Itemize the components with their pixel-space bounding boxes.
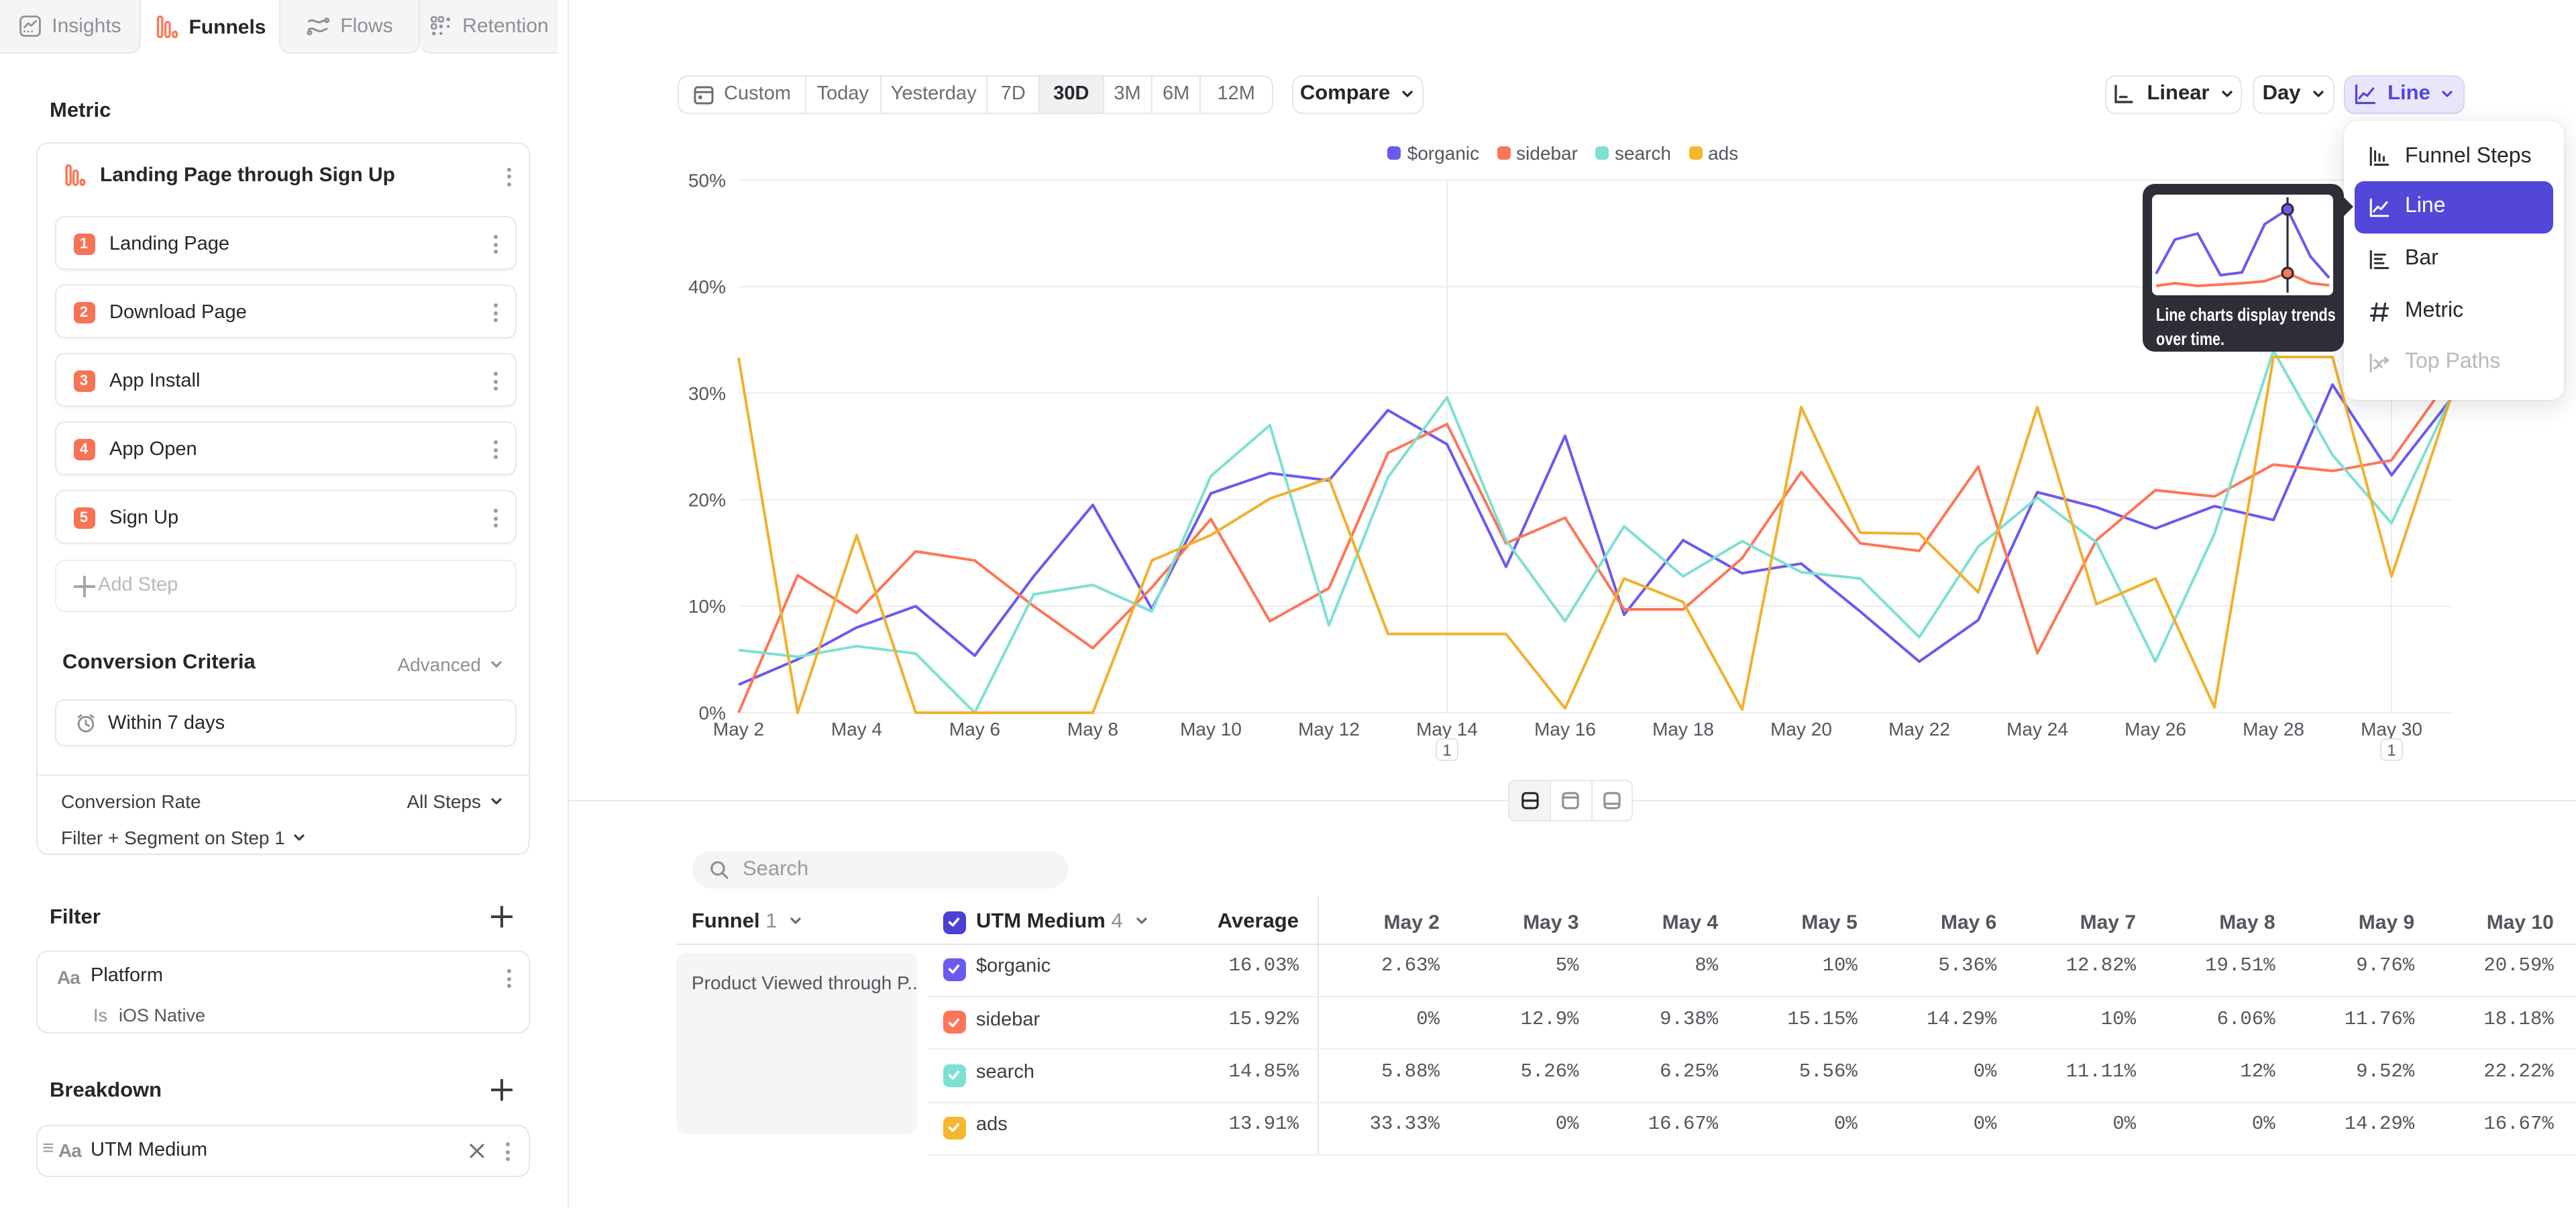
- svg-text:May 14: May 14: [1416, 719, 1478, 740]
- svg-text:30%: 30%: [688, 383, 726, 404]
- svg-text:50%: 50%: [688, 170, 726, 191]
- svg-text:May 10: May 10: [1180, 719, 1242, 740]
- svg-text:May 26: May 26: [2125, 719, 2186, 740]
- svg-text:20%: 20%: [688, 490, 726, 511]
- svg-text:May 16: May 16: [1534, 719, 1596, 740]
- svg-text:40%: 40%: [688, 276, 726, 297]
- svg-text:10%: 10%: [688, 596, 726, 617]
- svg-text:May 6: May 6: [949, 719, 1000, 740]
- svg-text:May 30: May 30: [2361, 719, 2422, 740]
- svg-text:May 18: May 18: [1652, 719, 1714, 740]
- svg-text:May 20: May 20: [1770, 719, 1832, 740]
- svg-text:May 8: May 8: [1067, 719, 1118, 740]
- svg-text:May 28: May 28: [2243, 719, 2304, 740]
- svg-text:May 12: May 12: [1298, 719, 1360, 740]
- svg-text:May 24: May 24: [2006, 719, 2068, 740]
- svg-text:May 2: May 2: [713, 719, 764, 740]
- svg-text:May 4: May 4: [831, 719, 882, 740]
- svg-text:May 22: May 22: [1888, 719, 1950, 740]
